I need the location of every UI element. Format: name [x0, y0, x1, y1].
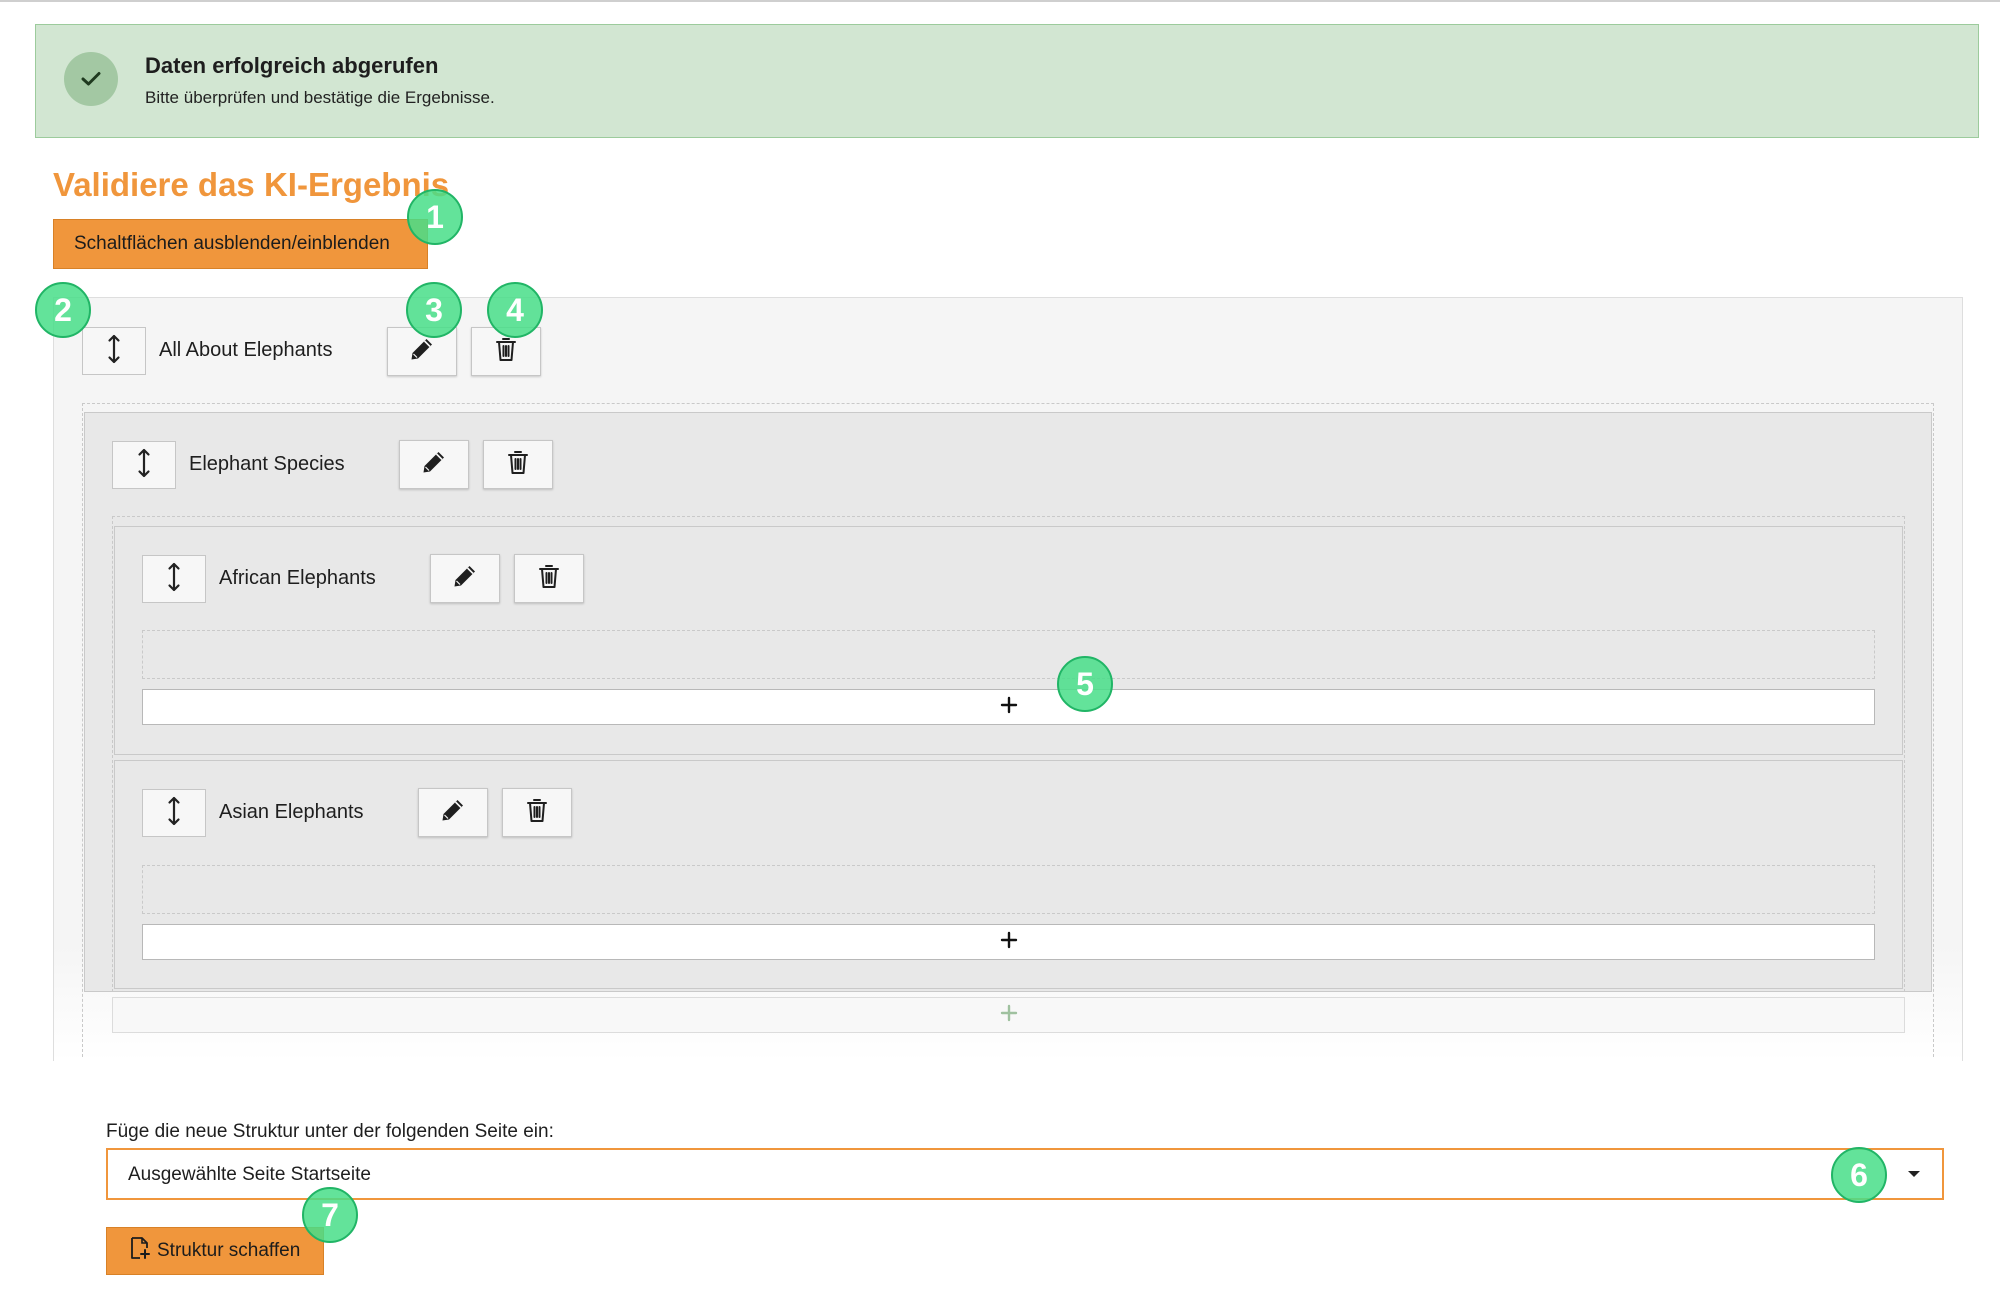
insert-position-label: Füge die neue Struktur unter der folgend… — [106, 1121, 554, 1142]
create-structure-button[interactable]: Struktur schaffen — [106, 1227, 324, 1275]
callout-marker-4: 4 — [487, 282, 543, 338]
alert-message: Bitte überprüfen und bestätige die Ergeb… — [145, 88, 495, 107]
african-drag-handle[interactable] — [142, 555, 206, 603]
top-divider — [0, 0, 2000, 2]
plus-icon — [1000, 696, 1018, 719]
trash-icon — [538, 563, 560, 594]
african-add-child-button[interactable] — [142, 689, 1875, 725]
parent-page-select[interactable]: Ausgewählte Seite Startseite — [106, 1148, 1944, 1200]
callout-marker-6: 6 — [1831, 1147, 1887, 1203]
trash-icon — [526, 797, 548, 828]
create-structure-label: Struktur schaffen — [157, 1240, 301, 1261]
callout-marker-7: 7 — [302, 1187, 358, 1243]
callout-marker-5: 5 — [1057, 656, 1113, 712]
trash-icon — [507, 449, 529, 480]
pencil-icon — [452, 563, 478, 594]
success-alert: Daten erfolgreich abgerufen Bitte überpr… — [35, 24, 1979, 138]
toggle-buttons-button[interactable]: Schaltflächen ausblenden/einblenden — [53, 219, 428, 269]
asian-edit-button[interactable] — [418, 788, 488, 837]
chevron-down-icon — [1908, 1171, 1920, 1177]
move-vertical-icon — [167, 796, 181, 831]
move-vertical-icon — [107, 334, 121, 369]
asian-add-child-button[interactable] — [142, 924, 1875, 960]
pencil-icon — [409, 336, 435, 367]
move-vertical-icon — [137, 448, 151, 483]
parent-page-selected-value: Ausgewählte Seite Startseite — [128, 1164, 371, 1185]
root-item-label: All About Elephants — [159, 339, 333, 361]
plus-icon — [1000, 1004, 1018, 1027]
callout-marker-1: 1 — [407, 189, 463, 245]
african-delete-button[interactable] — [514, 554, 584, 603]
species-edit-button[interactable] — [399, 440, 469, 489]
move-vertical-icon — [167, 562, 181, 597]
plus-icon — [1000, 931, 1018, 954]
species-delete-button[interactable] — [483, 440, 553, 489]
african-item-label: African Elephants — [219, 567, 376, 589]
callout-marker-2: 2 — [35, 282, 91, 338]
african-children-dropzone — [142, 630, 1875, 679]
african-edit-button[interactable] — [430, 554, 500, 603]
trash-icon — [495, 336, 517, 367]
pencil-icon — [421, 449, 447, 480]
page-add-icon — [129, 1236, 151, 1266]
asian-delete-button[interactable] — [502, 788, 572, 837]
checkmark-icon — [64, 52, 118, 106]
species-drag-handle[interactable] — [112, 441, 176, 489]
asian-drag-handle[interactable] — [142, 789, 206, 837]
page-title: Validiere das KI-Ergebnis — [53, 166, 450, 203]
callout-marker-3: 3 — [406, 282, 462, 338]
asian-children-dropzone — [142, 865, 1875, 914]
species-item-label: Elephant Species — [189, 453, 345, 475]
pencil-icon — [440, 797, 466, 828]
root-drag-handle[interactable] — [82, 327, 146, 375]
alert-title: Daten erfolgreich abgerufen — [145, 53, 439, 78]
asian-item-label: Asian Elephants — [219, 801, 364, 823]
species-add-child-button[interactable] — [112, 997, 1905, 1033]
